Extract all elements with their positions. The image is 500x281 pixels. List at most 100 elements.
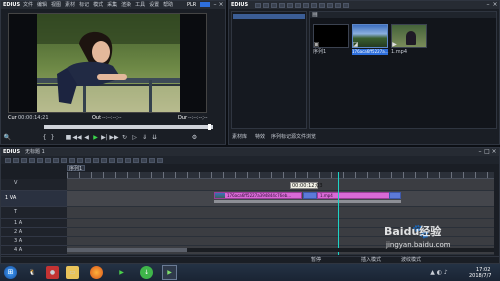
timeline-scroll-thumb[interactable] — [67, 248, 187, 252]
export-button[interactable] — [133, 157, 139, 163]
video-preview[interactable] — [8, 13, 207, 113]
clip-thumb-image[interactable]: ◪ 176aca6ff5227a... — [352, 24, 388, 56]
timeline-minimize-icon[interactable]: – — [477, 148, 483, 155]
time-ruler[interactable] — [67, 172, 494, 179]
player-mode-label[interactable]: PLR — [187, 2, 196, 8]
menu-help[interactable]: 帮助 — [163, 2, 173, 8]
redo-button[interactable] — [37, 157, 43, 163]
menu-settings[interactable]: 设置 — [149, 2, 159, 8]
tab-effects[interactable]: 特效 — [255, 135, 265, 140]
trim-button[interactable] — [109, 157, 115, 163]
new-folder-button[interactable] — [255, 2, 261, 8]
track-header-v[interactable]: V — [1, 179, 67, 191]
marker-button[interactable] — [117, 157, 123, 163]
menu-marker[interactable]: 标记 — [79, 2, 89, 8]
scrub-handle[interactable] — [208, 124, 211, 130]
delete-button[interactable] — [327, 2, 333, 8]
menu-render[interactable]: 渲染 — [121, 2, 131, 8]
open-project-button[interactable] — [13, 157, 19, 163]
cut-clip-button[interactable] — [45, 157, 51, 163]
track-header-1a[interactable]: 1 A — [1, 219, 67, 228]
step-back-icon[interactable]: ◀ — [83, 134, 90, 141]
bin-minimize-icon[interactable]: – — [485, 1, 491, 8]
insert-to-timeline-icon[interactable]: ⇓ — [141, 134, 148, 141]
paste-clip-button[interactable] — [61, 157, 67, 163]
clip-thumb-video[interactable]: ▶ 1.mp4 — [391, 24, 427, 56]
taskbar-app-qq-icon[interactable]: 🐧 — [26, 266, 39, 279]
sequence-tab[interactable]: 序列1 — [67, 165, 85, 171]
track-header-4a[interactable]: 4 A — [1, 246, 67, 255]
timeline-close-icon[interactable]: × — [491, 148, 497, 155]
timeline-clip-video-tail[interactable] — [389, 192, 401, 199]
copy-clip-button[interactable] — [53, 157, 59, 163]
audio-waveform-bar[interactable] — [214, 200, 401, 203]
close-icon[interactable]: × — [218, 1, 224, 8]
search-icon[interactable]: 🔍 — [4, 134, 11, 141]
options-icon[interactable]: ⚙ — [191, 134, 198, 141]
search-button[interactable] — [343, 2, 349, 8]
play-icon[interactable]: ▶ — [92, 134, 99, 141]
replace-button[interactable] — [279, 2, 285, 8]
menu-clip[interactable]: 素材 — [65, 2, 75, 8]
loop-icon[interactable]: ↻ — [121, 134, 128, 141]
taskbar-app-player-icon[interactable]: ▶ — [115, 266, 128, 279]
mode-toggle-button[interactable] — [200, 2, 210, 7]
track-header-2a[interactable]: 2 A — [1, 228, 67, 237]
new-sequence-button[interactable] — [5, 157, 11, 163]
menu-file[interactable]: 文件 — [23, 2, 33, 8]
save-project-button[interactable] — [21, 157, 27, 163]
tab-source-browser[interactable]: 源文件浏览 — [291, 135, 316, 140]
taskbar-app-edius-icon[interactable]: ▶ — [162, 265, 177, 280]
player-button[interactable] — [311, 2, 317, 8]
view-button[interactable] — [335, 2, 341, 8]
menu-edit[interactable]: 编辑 — [37, 2, 47, 8]
sync-button[interactable] — [93, 157, 99, 163]
undo-button[interactable] — [29, 157, 35, 163]
taskbar-app-browser-icon[interactable] — [90, 266, 103, 279]
add-timeline-button[interactable] — [271, 2, 277, 8]
taskbar-app-download-icon[interactable]: ↓ — [140, 266, 153, 279]
folder-root-item[interactable] — [233, 14, 305, 19]
tab-sequence-marker[interactable]: 序列标记 — [271, 135, 291, 140]
settings-button[interactable] — [157, 157, 163, 163]
timeline-maximize-icon[interactable]: □ — [484, 148, 490, 155]
clip-thumb-sequence[interactable]: ▣ 序列1 — [313, 24, 349, 56]
rewind-icon[interactable]: ◀◀ — [72, 134, 81, 141]
track-header-1va[interactable]: 1 VA — [1, 191, 67, 207]
taskbar-app-folder-icon[interactable]: ▭ — [66, 266, 79, 279]
delete-clip-button[interactable] — [69, 157, 75, 163]
cut-button[interactable] — [287, 2, 293, 8]
open-clip-button[interactable] — [263, 2, 269, 8]
mode-button[interactable] — [85, 157, 91, 163]
properties-button[interactable] — [319, 2, 325, 8]
menu-mode[interactable]: 模式 — [93, 2, 103, 8]
taskbar-app-red-icon[interactable]: ● — [46, 266, 59, 279]
scrub-bar[interactable] — [44, 124, 213, 130]
track-lane-t[interactable] — [67, 207, 494, 219]
stop-icon[interactable]: ■ — [65, 134, 72, 141]
menu-capture[interactable]: 采集 — [107, 2, 117, 8]
fast-forward-icon[interactable]: ▶▶ — [109, 134, 118, 141]
play-inout-icon[interactable]: ▷ — [131, 134, 138, 141]
render-button[interactable] — [141, 157, 147, 163]
timeline-cursor[interactable] — [338, 172, 339, 255]
paste-button[interactable] — [303, 2, 309, 8]
track-header-3a[interactable]: 3 A — [1, 237, 67, 246]
tab-bin[interactable]: 素材库 — [232, 135, 247, 140]
timeline-clip-video-head[interactable] — [303, 192, 317, 199]
copy-button[interactable] — [295, 2, 301, 8]
tray-icons[interactable]: ▲ ◐ ♪ — [424, 268, 454, 277]
timeline-clip-image[interactable]: 176aca6ff5227a394844c76eb... — [214, 192, 302, 199]
bin-close-icon[interactable]: × — [492, 1, 498, 8]
menu-view[interactable]: 视图 — [51, 2, 61, 8]
set-out-icon[interactable]: } — [49, 134, 56, 141]
add-cut-button[interactable] — [101, 157, 107, 163]
start-button-icon[interactable]: ⊞ — [4, 266, 17, 279]
menu-tools[interactable]: 工具 — [135, 2, 145, 8]
track-header-t[interactable]: T — [1, 207, 67, 219]
snap-button[interactable] — [149, 157, 155, 163]
overwrite-to-timeline-icon[interactable]: ⇊ — [151, 134, 158, 141]
set-in-icon[interactable]: { — [41, 134, 48, 141]
ripple-button[interactable] — [77, 157, 83, 163]
track-lane-v[interactable] — [67, 179, 494, 191]
